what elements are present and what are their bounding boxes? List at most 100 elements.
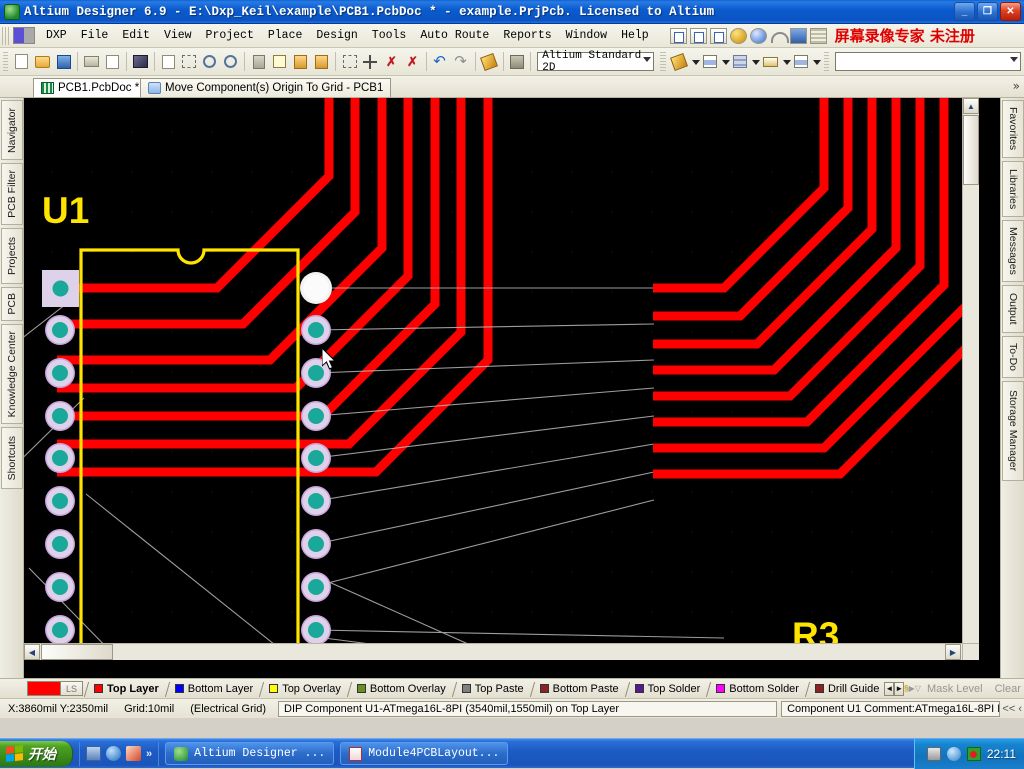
- mask-level-button[interactable]: Mask Level: [921, 683, 989, 695]
- vscroll-thumb[interactable]: [963, 115, 979, 185]
- recorder-icon[interactable]: [966, 747, 981, 761]
- taskbar-item-altium[interactable]: Altium Designer ...: [165, 742, 335, 765]
- orange-ball-icon[interactable]: [729, 27, 747, 44]
- scroll-right-icon[interactable]: ▶: [945, 644, 961, 660]
- zoom-in-icon[interactable]: [201, 51, 220, 73]
- open-folder-icon[interactable]: [33, 51, 52, 73]
- tab-overflow-icon[interactable]: »: [1013, 79, 1020, 93]
- sidebar-item-libraries[interactable]: Libraries: [1002, 161, 1024, 217]
- layer-tab-drill-guide[interactable]: Drill Guide: [811, 680, 884, 698]
- highlight-icon[interactable]: [480, 51, 499, 73]
- view-configuration-select[interactable]: Altium Standard 2D: [537, 50, 655, 74]
- layer-tab-top-layer[interactable]: Top Layer: [90, 680, 164, 698]
- taskbar-item-module4pcblayout[interactable]: Module4PCBLayout...: [340, 742, 509, 765]
- menu-item-dxp[interactable]: DXP: [39, 27, 74, 44]
- print-preview-icon[interactable]: [103, 51, 122, 73]
- menu-item-project[interactable]: Project: [199, 27, 261, 44]
- paste-icon[interactable]: [291, 51, 310, 73]
- restore-button[interactable]: ❐: [977, 2, 998, 21]
- menu-drag-handle[interactable]: [2, 26, 10, 45]
- menu-item-reports[interactable]: Reports: [496, 27, 558, 44]
- show-desktop-icon[interactable]: [86, 746, 101, 761]
- sidebar-item-output[interactable]: Output: [1002, 285, 1024, 333]
- browse-components-icon[interactable]: [507, 51, 526, 73]
- blue-bulb-icon[interactable]: [749, 27, 767, 44]
- pcb-drawing-area[interactable]: /* no-op */: [24, 98, 979, 660]
- layer-tab-bottom-layer[interactable]: Bottom Layer: [171, 680, 258, 698]
- find-similar-chevron-down-icon[interactable]: [750, 52, 761, 72]
- tab-pcb1-pcbdoc[interactable]: PCB1.PcbDoc *: [33, 78, 148, 97]
- board-layers-icon[interactable]: [670, 51, 689, 73]
- menu-item-edit[interactable]: Edit: [115, 27, 157, 44]
- toolbar-drag-handle[interactable]: [3, 51, 9, 72]
- ruler-icon[interactable]: [761, 51, 780, 73]
- zoom-selected-icon[interactable]: [221, 51, 240, 73]
- tab-move-component-origin[interactable]: Move Component(s) Origin To Grid - PCB1: [140, 78, 392, 97]
- arc-icon[interactable]: [770, 28, 789, 44]
- menu-item-window[interactable]: Window: [559, 27, 614, 44]
- chevron-down-icon[interactable]: [1010, 57, 1019, 62]
- board-layers-chevron-down-icon[interactable]: [690, 52, 701, 72]
- menu-item-place[interactable]: Place: [261, 27, 310, 44]
- cut-icon[interactable]: [249, 51, 268, 73]
- blue-panel-icon[interactable]: [789, 27, 807, 44]
- quick-launch-overflow-icon[interactable]: »: [146, 748, 152, 760]
- layer-tab-bottom-overlay[interactable]: Bottom Overlay: [353, 680, 451, 698]
- sidebar-item-pcb[interactable]: PCB: [1, 287, 23, 321]
- undo-icon[interactable]: ↶: [431, 51, 450, 73]
- net-config-icon[interactable]: [700, 51, 719, 73]
- new-library-icon[interactable]: [709, 27, 727, 44]
- layer-tab-bottom-paste[interactable]: Bottom Paste: [536, 680, 624, 698]
- menu-item-design[interactable]: Design: [309, 27, 364, 44]
- scroll-up-icon[interactable]: ▲: [963, 98, 979, 114]
- ref-designator-u1[interactable]: U1: [42, 190, 89, 232]
- sidebar-item-to-do[interactable]: To-Do: [1002, 336, 1024, 378]
- layer-scroll-left-icon[interactable]: ◄: [884, 681, 895, 696]
- minimize-button[interactable]: _: [954, 2, 975, 21]
- view-3d-icon[interactable]: [131, 51, 150, 73]
- internet-explorer-icon[interactable]: [106, 746, 121, 761]
- layer-tab-top-solder[interactable]: Top Solder: [631, 680, 706, 698]
- sidebar-item-navigator[interactable]: Navigator: [1, 100, 23, 160]
- status-collapse-icon[interactable]: << ‹: [1000, 703, 1024, 715]
- clear-selection-icon[interactable]: ✗: [403, 51, 422, 73]
- copy-icon[interactable]: [270, 51, 289, 73]
- sidebar-item-messages[interactable]: Messages: [1002, 220, 1024, 282]
- pcb-editor-canvas[interactable]: /* no-op */: [24, 98, 1000, 678]
- chevron-down-icon[interactable]: [643, 57, 652, 62]
- canvas-vertical-scrollbar[interactable]: ▲ ▼: [962, 98, 979, 660]
- close-button[interactable]: ✕: [1000, 2, 1021, 21]
- keyboard-icon[interactable]: [926, 747, 941, 761]
- print-icon[interactable]: [82, 51, 101, 73]
- zoom-area-icon[interactable]: [180, 51, 199, 73]
- find-similar-icon[interactable]: [730, 51, 749, 73]
- sidebar-item-shortcuts[interactable]: Shortcuts: [1, 427, 23, 489]
- canvas-horizontal-scrollbar[interactable]: ◀ ▶: [24, 643, 979, 660]
- menu-item-view[interactable]: View: [157, 27, 199, 44]
- layer-tab-bottom-solder[interactable]: Bottom Solder: [712, 680, 804, 698]
- deselect-icon[interactable]: ✗: [382, 51, 401, 73]
- net-config-chevron-down-icon[interactable]: [720, 52, 731, 72]
- sidebar-item-pcb-filter[interactable]: PCB Filter: [1, 163, 23, 225]
- clear-button[interactable]: Clear: [989, 683, 1024, 695]
- start-button[interactable]: 开始: [0, 740, 73, 767]
- extra-select[interactable]: [835, 52, 1022, 71]
- ruler-chevron-down-icon[interactable]: [781, 52, 792, 72]
- tray-expand-icon[interactable]: [946, 747, 961, 761]
- zoom-document-icon[interactable]: [159, 51, 178, 73]
- save-icon[interactable]: [54, 51, 73, 73]
- scroll-left-icon[interactable]: ◀: [24, 644, 40, 660]
- layer-tab-top-overlay[interactable]: Top Overlay: [265, 680, 346, 698]
- select-area-icon[interactable]: [340, 51, 359, 73]
- sidebar-item-storage-manager[interactable]: Storage Manager: [1002, 381, 1024, 481]
- menu-item-file[interactable]: File: [74, 27, 116, 44]
- toolbar-drag-handle[interactable]: [660, 51, 666, 72]
- redo-icon[interactable]: ↷: [452, 51, 471, 73]
- paste-special-icon[interactable]: [312, 51, 331, 73]
- move-icon[interactable]: [361, 51, 380, 73]
- menu-item-auto-route[interactable]: Auto Route: [413, 27, 496, 44]
- new-document-icon[interactable]: [12, 51, 31, 73]
- media-player-icon[interactable]: [126, 746, 141, 761]
- grid-icon[interactable]: [809, 27, 827, 44]
- layer-stack-icon[interactable]: [791, 51, 810, 73]
